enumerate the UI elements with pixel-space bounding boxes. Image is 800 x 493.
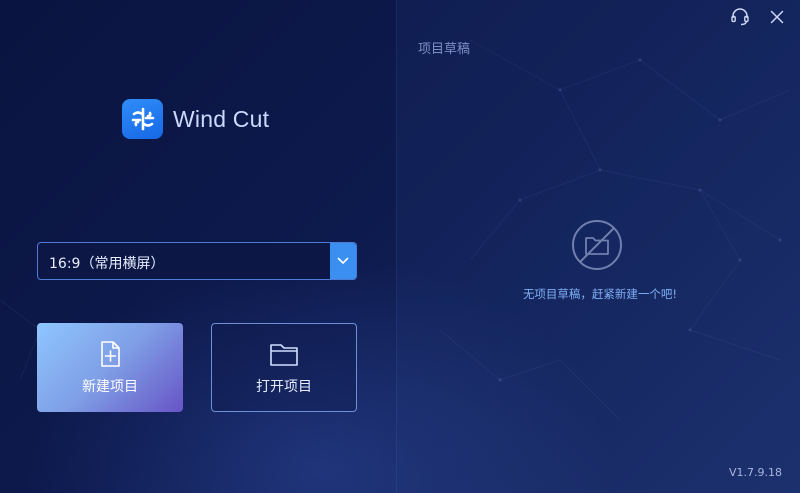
close-icon [770, 10, 784, 24]
folder-icon [270, 344, 298, 366]
open-project-label: 打开项目 [256, 379, 312, 395]
drafts-title: 项目草稿 [418, 42, 471, 57]
new-file-icon [101, 341, 120, 367]
window-controls [714, 6, 788, 28]
start-panel: Wind Cut 16:9（常用横屏） 新建项目 打开项目 [0, 0, 396, 493]
empty-drafts-message: 无项目草稿，赶紧新建一个吧! [522, 287, 678, 301]
app-logo-icon [122, 99, 163, 139]
no-drafts-folder-icon [572, 220, 622, 270]
chevron-down-icon [337, 257, 349, 264]
app-name: Wind Cut [173, 105, 270, 132]
brand: Wind Cut [122, 99, 269, 139]
new-project-label: 新建项目 [82, 379, 138, 395]
version-label: V1.7.9.18 [728, 466, 782, 479]
app-window: Wind Cut 16:9（常用横屏） 新建项目 打开项目 项目草稿 无项目草稿… [0, 0, 800, 493]
support-button[interactable] [729, 6, 751, 28]
close-button[interactable] [766, 6, 788, 28]
aspect-ratio-select[interactable]: 16:9（常用横屏） [37, 242, 357, 280]
open-project-button[interactable]: 打开项目 [211, 323, 357, 412]
dropdown-toggle[interactable] [330, 243, 356, 279]
new-project-button[interactable]: 新建项目 [37, 323, 183, 412]
aspect-ratio-value: 16:9（常用横屏） [49, 256, 165, 272]
headset-icon [731, 8, 749, 26]
